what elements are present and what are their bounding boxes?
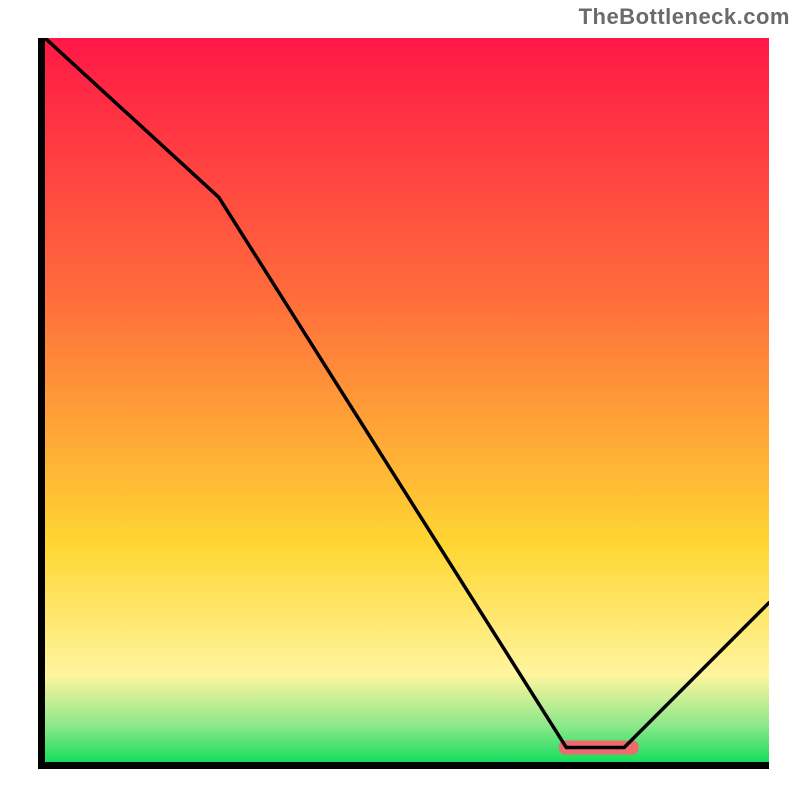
watermark-text: TheBottleneck.com <box>579 4 790 30</box>
chart-svg <box>45 38 769 762</box>
plot-background <box>45 38 769 762</box>
chart-wrapper: TheBottleneck.com <box>0 0 800 800</box>
